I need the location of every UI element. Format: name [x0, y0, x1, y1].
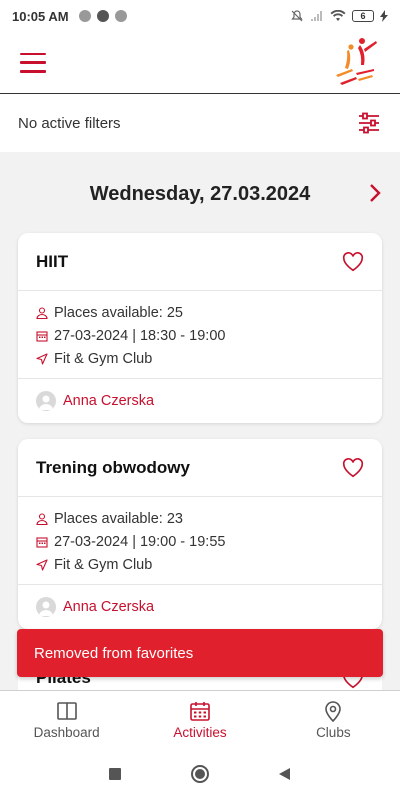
date-header: Wednesday, 27.03.2024 [0, 170, 400, 218]
back-triangle-icon[interactable] [278, 767, 292, 781]
status-icons: 6 [290, 9, 388, 23]
app-bar [0, 32, 400, 94]
trainer-avatar [36, 391, 56, 411]
trainer-name[interactable]: Anna Czerska [63, 599, 154, 615]
trainer-avatar [36, 597, 56, 617]
nav-clubs[interactable]: Clubs [267, 691, 400, 748]
activity-datetime: 27-03-2024 | 18:30 - 19:00 [54, 327, 226, 344]
map-pin-icon [325, 700, 342, 722]
chevron-right-icon[interactable] [364, 182, 386, 204]
system-nav-bar [0, 748, 400, 800]
trainer-name[interactable]: Anna Czerska [63, 393, 154, 409]
activity-location: Fit & Gym Club [54, 350, 153, 367]
notification-dot-icon [114, 10, 127, 22]
user-icon [36, 306, 48, 319]
location-row: Fit & Gym Club [36, 553, 364, 576]
hamburger-menu-icon[interactable] [20, 52, 46, 73]
datetime-row: 27-03-2024 | 19:00 - 19:55 [36, 530, 364, 553]
activity-details: Places available: 25 27-03-2024 | 18:30 … [18, 291, 382, 379]
location-arrow-icon [36, 352, 48, 365]
app-logo [336, 37, 377, 85]
snackbar-message: Removed from favorites [34, 644, 194, 662]
recents-square-icon[interactable] [108, 767, 122, 781]
current-date: Wednesday, 27.03.2024 [89, 182, 311, 205]
activity-card[interactable]: Trening obwodowy Places available: 23 27… [18, 439, 382, 629]
location-arrow-icon [36, 558, 48, 571]
charging-icon [380, 10, 388, 22]
heart-icon[interactable] [342, 457, 364, 479]
wifi-icon [330, 10, 346, 21]
snackbar: Removed from favorites [17, 629, 383, 677]
status-time: 10:05 AM [12, 8, 69, 24]
battery-icon: 6 [352, 10, 374, 22]
nav-dashboard-label: Dashboard [33, 724, 100, 740]
heart-icon[interactable] [342, 251, 364, 273]
location-row: Fit & Gym Club [36, 347, 364, 370]
datetime-row: 27-03-2024 | 18:30 - 19:00 [36, 324, 364, 347]
filters-bar: No active filters [0, 94, 400, 152]
calendar-icon [190, 701, 210, 721]
bottom-nav: Dashboard Activities Clubs [0, 690, 400, 748]
places-row: Places available: 25 [36, 301, 364, 324]
filter-sliders-icon[interactable] [356, 110, 382, 136]
activity-card-header: Trening obwodowy [18, 439, 382, 497]
places-row: Places available: 23 [36, 507, 364, 530]
places-available: Places available: 25 [54, 304, 183, 321]
calendar-icon [36, 536, 48, 548]
trainer-row: Anna Czerska [18, 379, 382, 423]
places-available: Places available: 23 [54, 510, 183, 527]
signal-icon [311, 11, 322, 21]
calendar-icon [36, 330, 48, 342]
nav-activities-label: Activities [173, 724, 227, 740]
nav-dashboard[interactable]: Dashboard [0, 691, 133, 748]
activity-card-header: HIIT [18, 233, 382, 291]
status-bar: 10:05 AM 6 [0, 0, 400, 32]
nav-clubs-label: Clubs [316, 724, 351, 740]
notification-dot-icon [78, 10, 91, 22]
no-sync-icon [96, 10, 109, 22]
notification-icons [78, 10, 127, 22]
activity-location: Fit & Gym Club [54, 556, 153, 573]
mute-icon [291, 10, 303, 22]
home-circle-icon[interactable] [190, 764, 210, 784]
user-icon [36, 512, 48, 525]
activity-datetime: 27-03-2024 | 19:00 - 19:55 [54, 533, 226, 550]
trainer-row: Anna Czerska [18, 585, 382, 629]
activity-title: HIIT [36, 251, 69, 271]
book-icon [56, 701, 77, 720]
activity-card[interactable]: HIIT Places available: 25 27-03-2024 | 1… [18, 233, 382, 423]
activity-title: Trening obwodowy [36, 457, 190, 477]
activity-details: Places available: 23 27-03-2024 | 19:00 … [18, 497, 382, 585]
filters-label: No active filters [18, 114, 121, 132]
nav-activities[interactable]: Activities [133, 691, 266, 748]
